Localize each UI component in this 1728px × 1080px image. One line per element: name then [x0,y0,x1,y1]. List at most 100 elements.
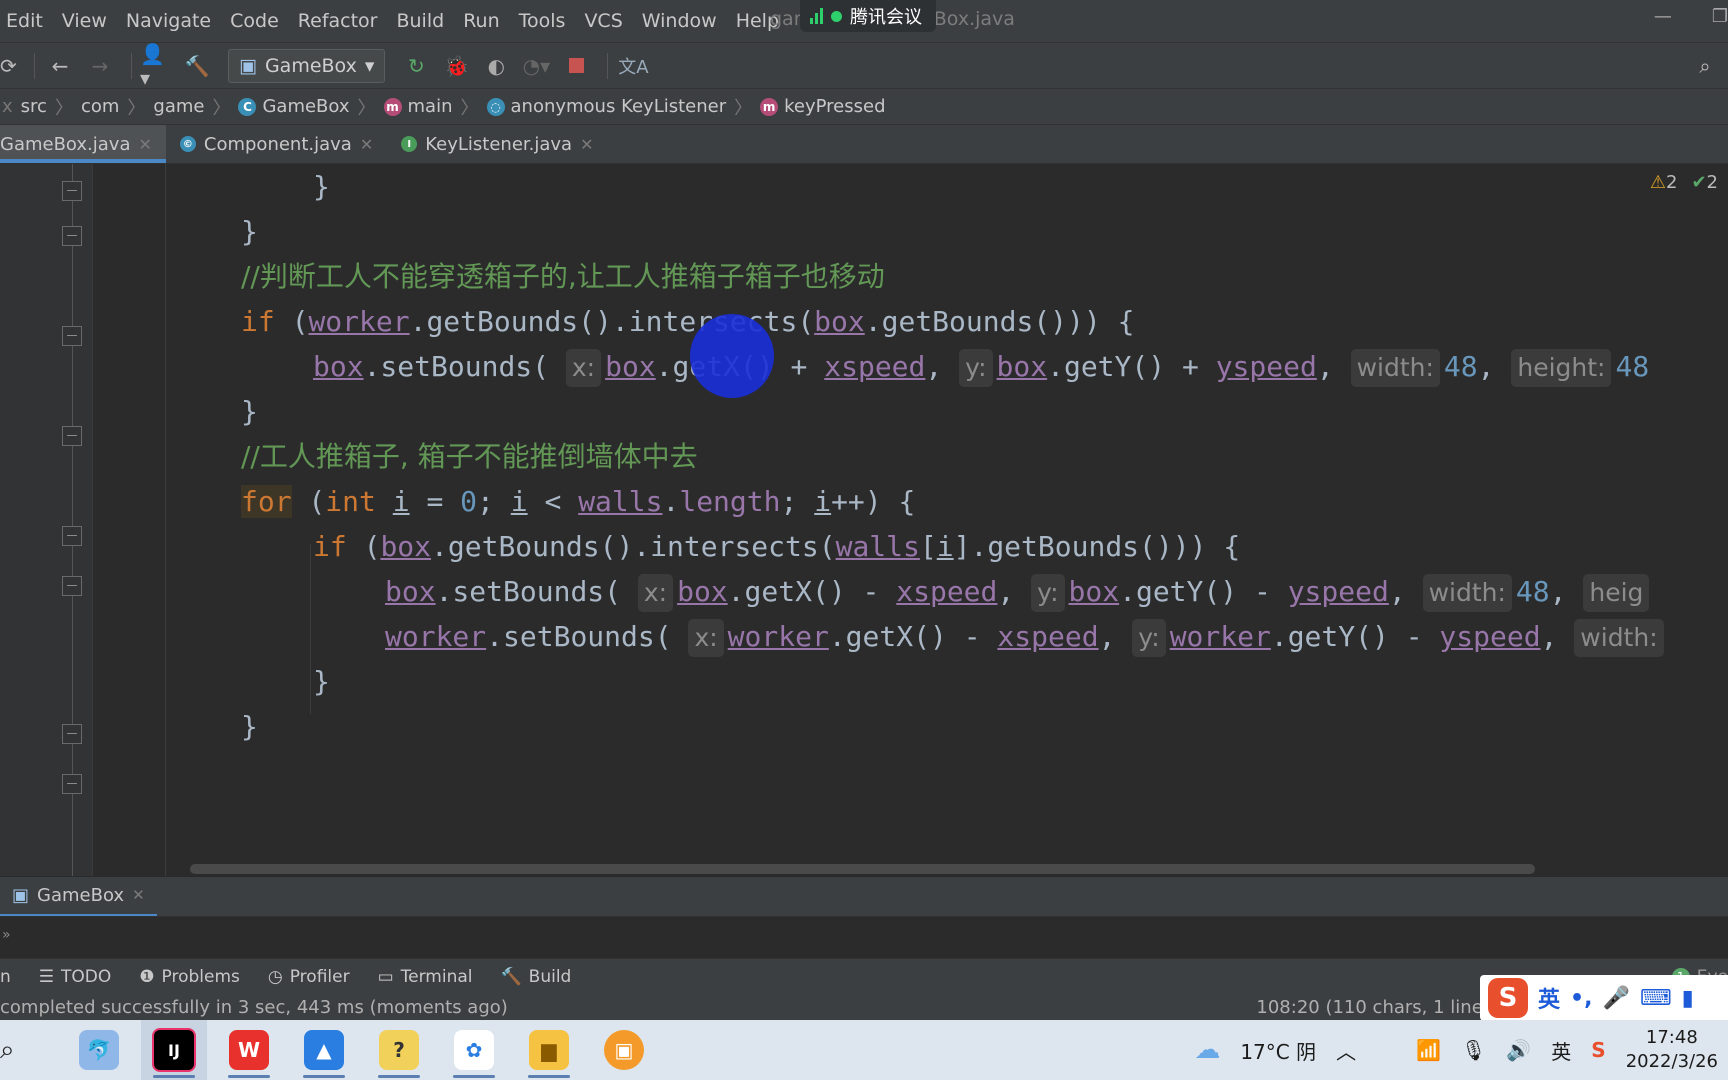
run-config-selector[interactable]: ▣ GameBox ▾ [228,48,386,83]
toolbar-divider [34,52,35,79]
breadcrumb-game[interactable]: game [153,96,204,117]
ok-count[interactable]: ✔2 [1691,172,1718,193]
microphone-icon[interactable]: 🎙 [1461,1038,1486,1062]
menu-build[interactable]: Build [396,10,444,32]
fold-marker[interactable] [62,526,82,546]
fold-marker[interactable] [62,774,82,794]
menu-edit[interactable]: Edit [6,10,43,32]
toolwindow-todo[interactable]: ☰ TODO [39,967,112,987]
status-bar: completed successfully in 3 sec, 443 ms … [0,994,1728,1020]
tab-component-java[interactable]: © Component.java ✕ [166,125,387,163]
rerun-icon[interactable]: ↻ [399,49,433,83]
tab-gamebox-java[interactable]: GameBox.java ✕ [0,125,166,163]
build-hammer-icon[interactable]: 🔨 [180,49,214,83]
app-photos[interactable]: ▲ [291,1020,357,1080]
close-icon[interactable]: ✕ [360,135,373,154]
breadcrumb-com[interactable]: com [81,96,119,117]
minimize-icon[interactable]: — [1654,6,1672,27]
ime-toolbar[interactable]: S 英 •, 🎤 ⌨ ▮ [1480,975,1728,1021]
ime-language[interactable]: 英 [1538,982,1560,1014]
close-icon[interactable]: ✕ [138,135,151,154]
horizontal-scrollbar[interactable] [190,864,1535,874]
clock[interactable]: 17:48 2022/3/26 [1626,1026,1718,1074]
caret-position[interactable]: 108:20 (110 chars, 1 line bre [1256,997,1518,1018]
wps-icon: W [229,1030,269,1070]
status-message[interactable]: completed successfully in 3 sec, 443 ms … [0,997,508,1018]
fold-marker[interactable] [62,326,82,346]
sync-icon[interactable]: ⟳ [0,49,20,83]
breadcrumb-class[interactable]: C GameBox [238,96,350,117]
stop-icon[interactable] [559,49,593,83]
tab-keylistener-java[interactable]: I KeyListener.java ✕ [387,125,607,163]
tool-window-bar: n ☰ TODO ❶ Problems ◷ Profiler ▭ Terminal 🔨 B… [0,958,1728,994]
hammer-icon: 🔨 [500,966,522,987]
toolwindow-profiler[interactable]: ◷ Profiler [268,967,350,987]
search-icon[interactable]: ⌕ [0,1035,30,1066]
back-icon[interactable]: ← [43,49,77,83]
breadcrumb-anon-class[interactable]: ◌ anonymous KeyListener [486,96,727,117]
app-intellij[interactable]: IJ [141,1020,207,1080]
menu-navigate[interactable]: Navigate [126,10,211,32]
ime-indicator[interactable]: 英 [1551,1036,1571,1065]
search-icon[interactable]: ⌕ [1688,49,1722,83]
run-console[interactable]: » [0,916,1728,958]
fold-marker[interactable] [62,426,82,446]
code-editor[interactable]: ⚠2 ✔2 } } //判断工人不能穿透箱子的,让工人推箱子箱子也移动 if (… [0,164,1728,876]
microphone-icon[interactable]: 🎤 [1602,986,1629,1011]
weather-text[interactable]: 17°C 阴 [1240,1036,1316,1065]
fold-marker[interactable] [62,226,82,246]
menu-window[interactable]: Window [642,10,717,32]
fold-marker[interactable] [62,724,82,744]
menu-code[interactable]: Code [230,10,279,32]
forward-icon[interactable]: → [83,49,117,83]
close-icon[interactable]: ✕ [132,886,145,904]
breadcrumb-src[interactable]: src [21,96,47,117]
debug-icon[interactable]: 🐞 [439,49,473,83]
app-notes[interactable]: ? [366,1020,432,1080]
menu-run[interactable]: Run [463,10,499,32]
warning-icon: ⚠ [1649,172,1666,193]
app-explorer[interactable]: ▆ [516,1020,582,1080]
app-briefcase[interactable]: ▣ [591,1020,657,1080]
expand-icon[interactable]: » [2,927,11,943]
translate-icon[interactable]: 文A [616,49,650,83]
user-icon[interactable]: 👤▾ [140,42,174,90]
breadcrumb-keypressed[interactable]: m keyPressed [760,96,886,117]
menu-refactor[interactable]: Refactor [298,10,378,32]
inspection-widget[interactable]: ⚠2 ✔2 [1650,172,1718,193]
app-meeting[interactable]: ✿ [441,1020,507,1080]
warning-count[interactable]: ⚠2 [1650,172,1678,193]
run-tool-window-stub[interactable]: n [0,967,11,987]
close-icon[interactable]: ✕ [580,135,593,154]
meeting-app-icon: ✿ [454,1030,494,1070]
restore-icon[interactable]: ❐ [1712,6,1728,27]
wifi-icon[interactable]: 📶 [1416,1038,1441,1062]
breadcrumb-anon-label: anonymous KeyListener [510,96,727,117]
fold-marker[interactable] [62,576,82,596]
keyboard-icon[interactable]: ⌨ [1640,986,1672,1011]
breadcrumb-method[interactable]: m main [383,96,453,117]
meeting-indicator[interactable]: 腾讯会议 [800,0,936,32]
toolwindow-problems[interactable]: ❶ Problems [139,967,240,987]
menu-tools[interactable]: Tools [519,10,566,32]
breadcrumb-separator: 〉 [212,97,231,119]
sogou-tray-icon[interactable]: S [1591,1038,1605,1062]
menu-view[interactable]: View [62,10,107,32]
profile-icon[interactable]: ◔▾ [519,49,553,83]
toolwindow-build[interactable]: 🔨 Build [501,967,572,987]
folder-icon: ▆ [529,1030,569,1070]
indent-guide [310,544,311,714]
breadcrumb-separator: 〉 [357,97,376,119]
volume-icon[interactable]: 🔊 [1506,1038,1531,1062]
app-dolphin[interactable]: 🐬 [66,1020,132,1080]
toolbar-divider [131,52,132,79]
coverage-icon[interactable]: ◐ [479,49,513,83]
ime-more-icon[interactable]: ▮ [1682,986,1694,1011]
punctuation-icon[interactable]: •, [1570,986,1592,1011]
toolwindow-terminal[interactable]: ▭ Terminal [378,967,473,987]
app-wps[interactable]: W [216,1020,282,1080]
menu-vcs[interactable]: VCS [584,10,622,32]
fold-marker[interactable] [62,181,82,201]
chevron-up-icon[interactable]: ︿ [1336,1036,1356,1065]
run-tab-gamebox[interactable]: ▣ GameBox ✕ [0,877,157,917]
